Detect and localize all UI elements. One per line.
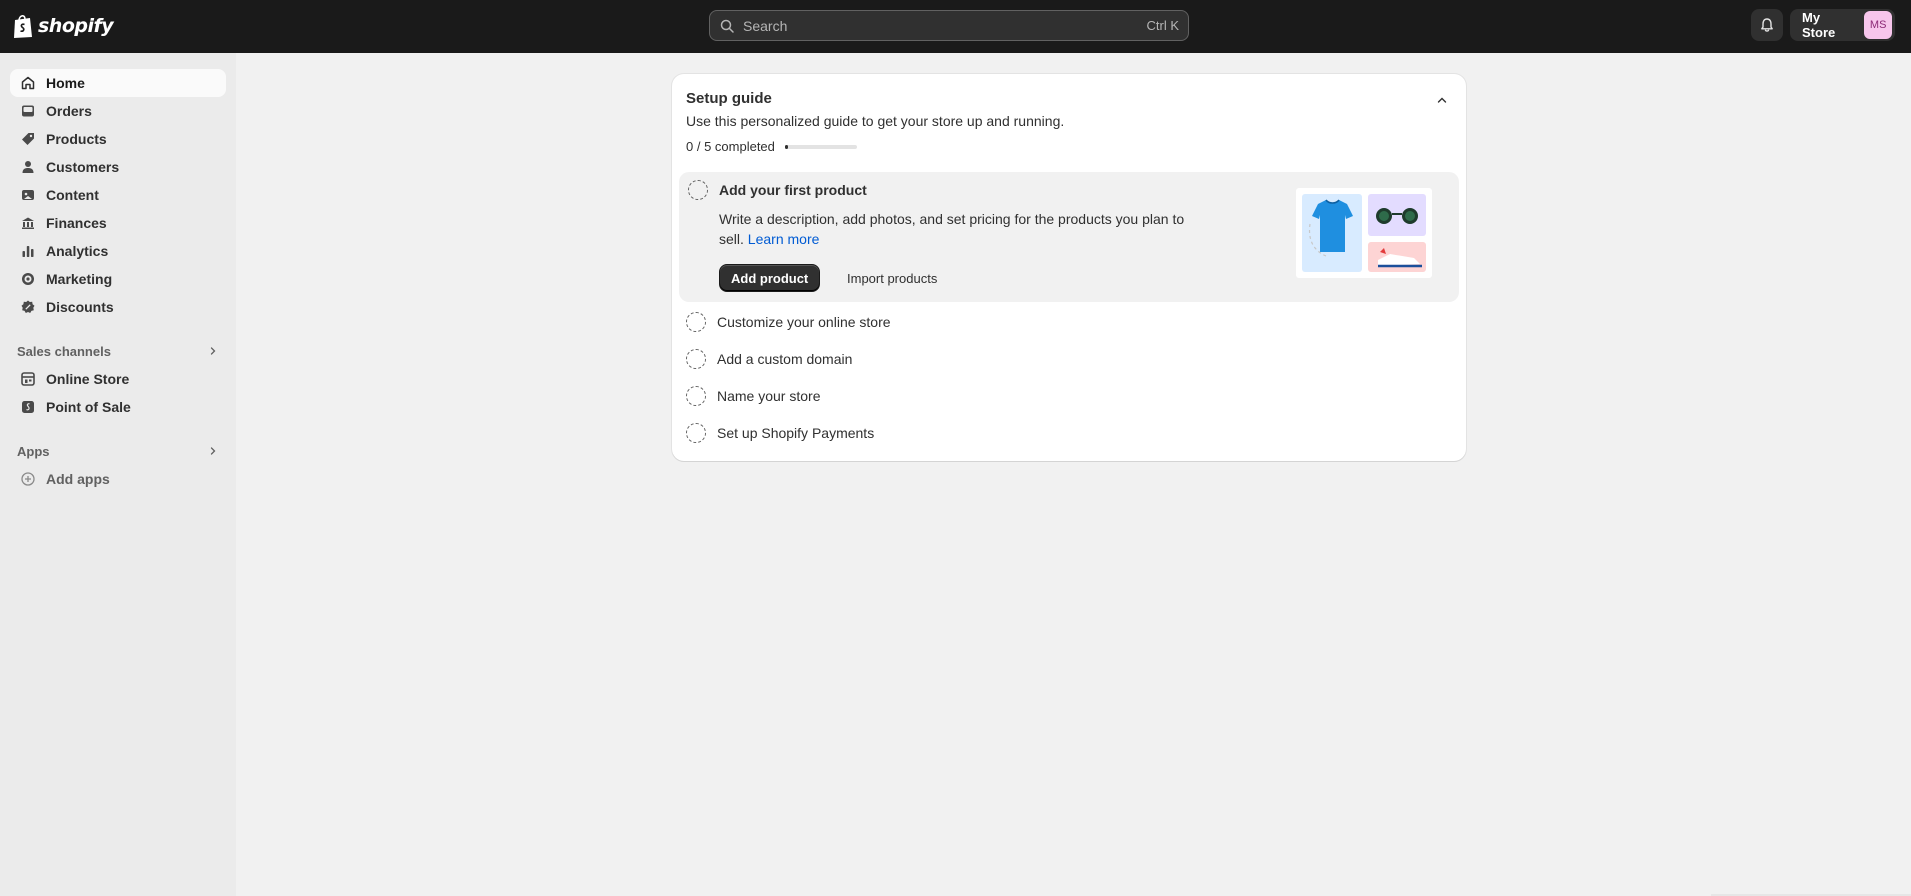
- person-icon: [22, 161, 34, 173]
- task-add-custom-domain[interactable]: Add a custom domain: [686, 344, 852, 374]
- section-label: Sales channels: [17, 343, 111, 359]
- task-title: Name your store: [717, 388, 821, 404]
- task-description: Write a description, add photos, and set…: [719, 209, 1199, 249]
- task-checkbox[interactable]: [686, 349, 706, 369]
- bar-chart-icon: [22, 246, 34, 257]
- sidebar-item-orders[interactable]: Orders: [10, 97, 226, 125]
- avatar: MS: [1864, 11, 1892, 39]
- task-checkbox[interactable]: [686, 312, 706, 332]
- pos-icon: [22, 401, 34, 413]
- sidebar: Home Orders Products Customers Content F…: [0, 53, 236, 896]
- task-add-first-product: Add your first product Write a descripti…: [679, 172, 1459, 302]
- sidebar-item-label: Finances: [46, 215, 107, 231]
- bank-icon: [22, 217, 34, 229]
- sidebar-item-discounts[interactable]: Discounts: [10, 293, 226, 321]
- sidebar-item-label: Orders: [46, 103, 92, 119]
- progress-text: 0 / 5 completed: [686, 139, 775, 154]
- card-subtitle: Use this personalized guide to get your …: [686, 113, 1065, 129]
- sidebar-item-label: Products: [46, 131, 107, 147]
- task-customize-online-store[interactable]: Customize your online store: [686, 307, 891, 337]
- store-name: My Store: [1802, 10, 1836, 40]
- sidebar-item-home[interactable]: Home: [10, 69, 226, 97]
- sidebar-item-finances[interactable]: Finances: [10, 209, 226, 237]
- shopify-bag-icon: [14, 15, 32, 38]
- brand-wordmark: shopify: [38, 15, 114, 37]
- collapse-button[interactable]: [1432, 90, 1452, 110]
- progress-bar: [784, 144, 857, 149]
- search-icon: [720, 19, 734, 33]
- sidebar-item-point-of-sale[interactable]: Point of Sale: [10, 393, 226, 421]
- sidebar-item-label: Marketing: [46, 271, 113, 287]
- task-setup-shopify-payments[interactable]: Set up Shopify Payments: [686, 418, 874, 448]
- task-title[interactable]: Add your first product: [719, 182, 867, 198]
- bell-icon: [1761, 18, 1773, 32]
- store-icon: [21, 372, 35, 386]
- task-name-your-store[interactable]: Name your store: [686, 381, 820, 411]
- task-title: Set up Shopify Payments: [717, 425, 875, 441]
- home-icon: [21, 76, 35, 90]
- sidebar-item-label: Online Store: [46, 371, 130, 387]
- progress-row: 0 / 5 completed: [686, 139, 857, 154]
- task-title: Customize your online store: [717, 314, 891, 330]
- image-icon: [22, 190, 34, 200]
- product-illustration: [1296, 188, 1432, 278]
- search-shortcut: Ctrl K: [1146, 18, 1180, 33]
- add-circle-icon: [21, 472, 35, 486]
- sidebar-item-analytics[interactable]: Analytics: [10, 237, 226, 265]
- sidebar-item-content[interactable]: Content: [10, 181, 226, 209]
- task-checkbox[interactable]: [686, 386, 706, 406]
- search-bar[interactable]: Ctrl K: [709, 10, 1189, 41]
- card-title: Setup guide: [686, 90, 772, 107]
- shopify-logo[interactable]: shopify: [12, 12, 114, 40]
- chevron-right-icon: [210, 447, 216, 455]
- tag-icon: [22, 133, 34, 145]
- inbox-icon: [22, 105, 34, 117]
- top-bar: shopify Ctrl K My Store MS: [0, 0, 1911, 53]
- store-menu-button[interactable]: My Store MS: [1790, 9, 1895, 41]
- apps-header[interactable]: Apps: [10, 437, 226, 465]
- search-input[interactable]: [743, 17, 1147, 34]
- sidebar-item-online-store[interactable]: Online Store: [10, 365, 226, 393]
- sidebar-item-label: Point of Sale: [46, 399, 131, 415]
- sidebar-item-label: Home: [46, 75, 85, 91]
- setup-guide-card: Setup guide Use this personalized guide …: [672, 74, 1466, 461]
- add-product-button[interactable]: Add product: [719, 264, 821, 292]
- discount-icon: [21, 300, 35, 313]
- sidebar-item-label: Content: [46, 187, 99, 203]
- chevron-up-icon: [1437, 97, 1447, 103]
- notifications-button[interactable]: [1751, 9, 1783, 41]
- progress-fill: [784, 144, 789, 149]
- task-title: Add a custom domain: [717, 351, 853, 367]
- chevron-right-icon: [210, 347, 216, 355]
- learn-more-link[interactable]: Learn more: [748, 231, 820, 247]
- sidebar-item-label: Customers: [46, 159, 120, 175]
- section-label: Apps: [17, 443, 50, 459]
- task-checkbox[interactable]: [686, 423, 706, 443]
- sidebar-item-marketing[interactable]: Marketing: [10, 265, 226, 293]
- task-checkbox[interactable]: [688, 180, 708, 200]
- sidebar-item-products[interactable]: Products: [10, 125, 226, 153]
- import-products-button[interactable]: Import products: [839, 264, 945, 292]
- sidebar-item-label: Discounts: [46, 299, 114, 315]
- sidebar-item-add-apps[interactable]: Add apps: [10, 465, 226, 493]
- sidebar-item-customers[interactable]: Customers: [10, 153, 226, 181]
- sales-channels-header[interactable]: Sales channels: [10, 337, 226, 365]
- sidebar-item-label: Add apps: [46, 471, 110, 487]
- sidebar-item-label: Analytics: [46, 243, 109, 259]
- target-icon: [22, 273, 34, 285]
